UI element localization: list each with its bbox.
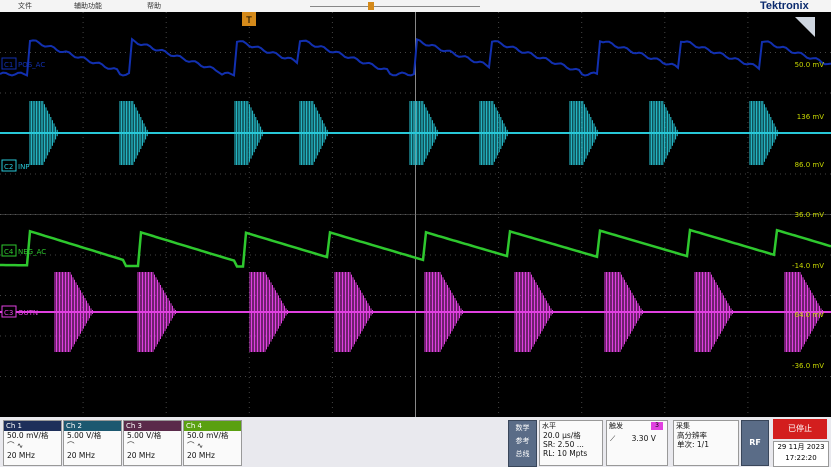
ch2-bw: 20 MHz: [67, 451, 95, 460]
channel-tag-text: C2: [4, 163, 13, 171]
bus-label: 总线: [515, 450, 530, 458]
record-timeline[interactable]: [310, 6, 480, 7]
rising-edge-icon: ⟋: [610, 434, 616, 443]
trigger-header: 触发 3: [607, 421, 667, 431]
status-bar: Ch 1 50.0 mV/格 ⌒ ∿ 20 MHz Ch 2 5.00 V/格 …: [0, 417, 831, 467]
scale-label: -14.0 mV: [792, 262, 824, 270]
ch4-coupling-icon: ⌒ ∿: [187, 441, 204, 450]
ch1-title: Ch 1: [4, 421, 61, 431]
menu-help[interactable]: 帮助: [147, 1, 161, 11]
channel-tag-text: C4: [4, 248, 14, 256]
channel-label-text: OUTN: [18, 309, 38, 317]
horizontal-title: 水平: [542, 422, 556, 430]
graticule: [0, 12, 831, 417]
ch4-scale: 50.0 mV/格: [187, 431, 229, 440]
run-stop-button[interactable]: 已停止: [773, 419, 827, 439]
trigger-channel-badge: 3: [651, 422, 663, 430]
channel-label-text: INP: [18, 163, 30, 171]
scale-label: 86.0 mV: [795, 161, 825, 169]
date-text: 29 11月 2023: [777, 443, 825, 451]
ch4-title: Ch 4: [184, 421, 241, 431]
ref-label: 参考: [515, 437, 530, 445]
menu-file[interactable]: 文件: [18, 1, 32, 11]
record-position-marker[interactable]: [368, 2, 374, 10]
datetime-display: 29 11月 2023 17:22:20: [773, 441, 829, 467]
scale-label: -36.0 mV: [792, 362, 824, 370]
horizontal-panel[interactable]: 水平 20.0 µs/格 SR: 2.50 ... RL: 10 Mpts: [539, 420, 603, 466]
channel-tag-text: C3: [4, 309, 13, 317]
trigger-level-row: ⟋ 3.30 V: [607, 434, 667, 443]
acquire-mode: 高分辨率: [677, 431, 707, 440]
ch4-bw: 20 MHz: [187, 451, 215, 460]
trigger-title: 触发: [609, 422, 623, 430]
ch3-box[interactable]: Ch 3 5.00 V/格 ⌒ 20 MHz: [123, 420, 182, 466]
channel-label-text: POS_AC: [18, 61, 45, 69]
ch2-title: Ch 2: [64, 421, 121, 431]
zoom-corner-icon[interactable]: [795, 17, 815, 37]
ch3-coupling-icon: ⌒: [127, 441, 135, 450]
math-ref-bus-button[interactable]: 数学 参考 总线: [508, 420, 537, 467]
ch2-scale: 5.00 V/格: [67, 431, 102, 440]
rf-button[interactable]: RF: [741, 420, 769, 466]
scale-label: 136 mV: [797, 113, 824, 121]
math-label: 数学: [515, 424, 530, 432]
horizontal-scale: 20.0 µs/格: [543, 431, 581, 440]
waveform-display[interactable]: C1 POS_AC C2 INP C4 NEG_AC C3 OUTN 50.0 mV 136 mV…: [0, 12, 831, 417]
ch3-bw: 20 MHz: [127, 451, 155, 460]
acquire-panel[interactable]: 采集 高分辨率 单次: 1/1: [673, 420, 739, 466]
ch2-coupling-icon: ⌒: [67, 441, 75, 450]
trigger-marker-text: T: [245, 16, 252, 26]
menu-bar: 文件 辅助功能 帮助 Tektronix: [0, 0, 831, 12]
horizontal-record-length: RL: 10 Mpts: [543, 449, 588, 458]
horizontal-sample-rate: SR: 2.50 ...: [543, 440, 584, 449]
channel-label-text: NEG_AC: [18, 248, 46, 256]
trigger-panel[interactable]: 触发 3 ⟋ 3.30 V: [606, 420, 668, 466]
ch1-box[interactable]: Ch 1 50.0 mV/格 ⌒ ∿ 20 MHz: [3, 420, 62, 466]
ch2-box[interactable]: Ch 2 5.00 V/格 ⌒ 20 MHz: [63, 420, 122, 466]
time-text: 17:22:20: [785, 454, 817, 462]
brand-logo: Tektronix: [760, 0, 809, 12]
ch3-title: Ch 3: [124, 421, 181, 431]
channel-tag-text: C1: [4, 61, 13, 69]
waveform-canvas: C1 POS_AC C2 INP C4 NEG_AC C3 OUTN 50.0 mV 136 mV…: [0, 12, 831, 417]
menu-assist[interactable]: 辅助功能: [74, 1, 102, 11]
ch1-coupling-icon: ⌒ ∿: [7, 441, 24, 450]
ch1-scale: 50.0 mV/格: [7, 431, 49, 440]
acquire-title: 采集: [676, 422, 690, 430]
scale-label: 36.0 mV: [795, 211, 825, 219]
ch1-bw: 20 MHz: [7, 451, 35, 460]
ch3-scale: 5.00 V/格: [127, 431, 162, 440]
scale-label: 50.0 mV: [795, 61, 825, 69]
trigger-level: 3.30 V: [631, 434, 656, 443]
acquire-count: 单次: 1/1: [677, 440, 709, 449]
scale-label: 64.0 mV: [795, 311, 825, 319]
ch4-box[interactable]: Ch 4 50.0 mV/格 ⌒ ∿ 20 MHz: [183, 420, 242, 466]
